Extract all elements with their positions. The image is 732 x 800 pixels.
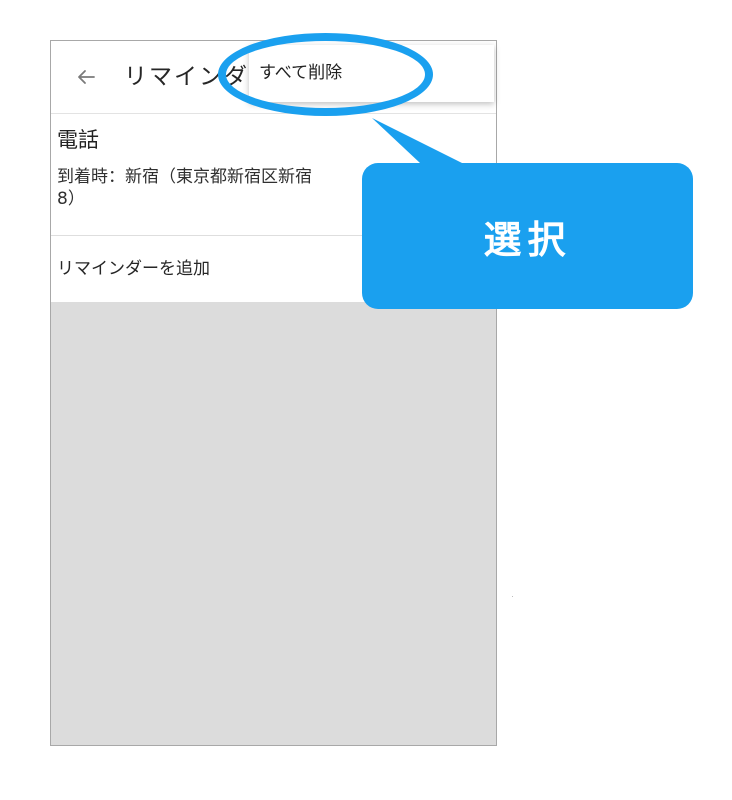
screenshot-stage: リマインダー 電話 到着時：新宿（東京都新宿区新宿 8） リマインダーを追加 す… (0, 0, 732, 800)
stray-dot (512, 596, 513, 597)
back-arrow-icon[interactable] (73, 59, 99, 95)
phone-screen: リマインダー 電話 到着時：新宿（東京都新宿区新宿 8） リマインダーを追加 (50, 40, 497, 746)
reminder-title: 電話 (57, 128, 99, 152)
callout-label: 選択 (483, 217, 572, 262)
highlight-ring (218, 33, 433, 116)
add-reminder-label: リマインダーを追加 (57, 259, 210, 279)
